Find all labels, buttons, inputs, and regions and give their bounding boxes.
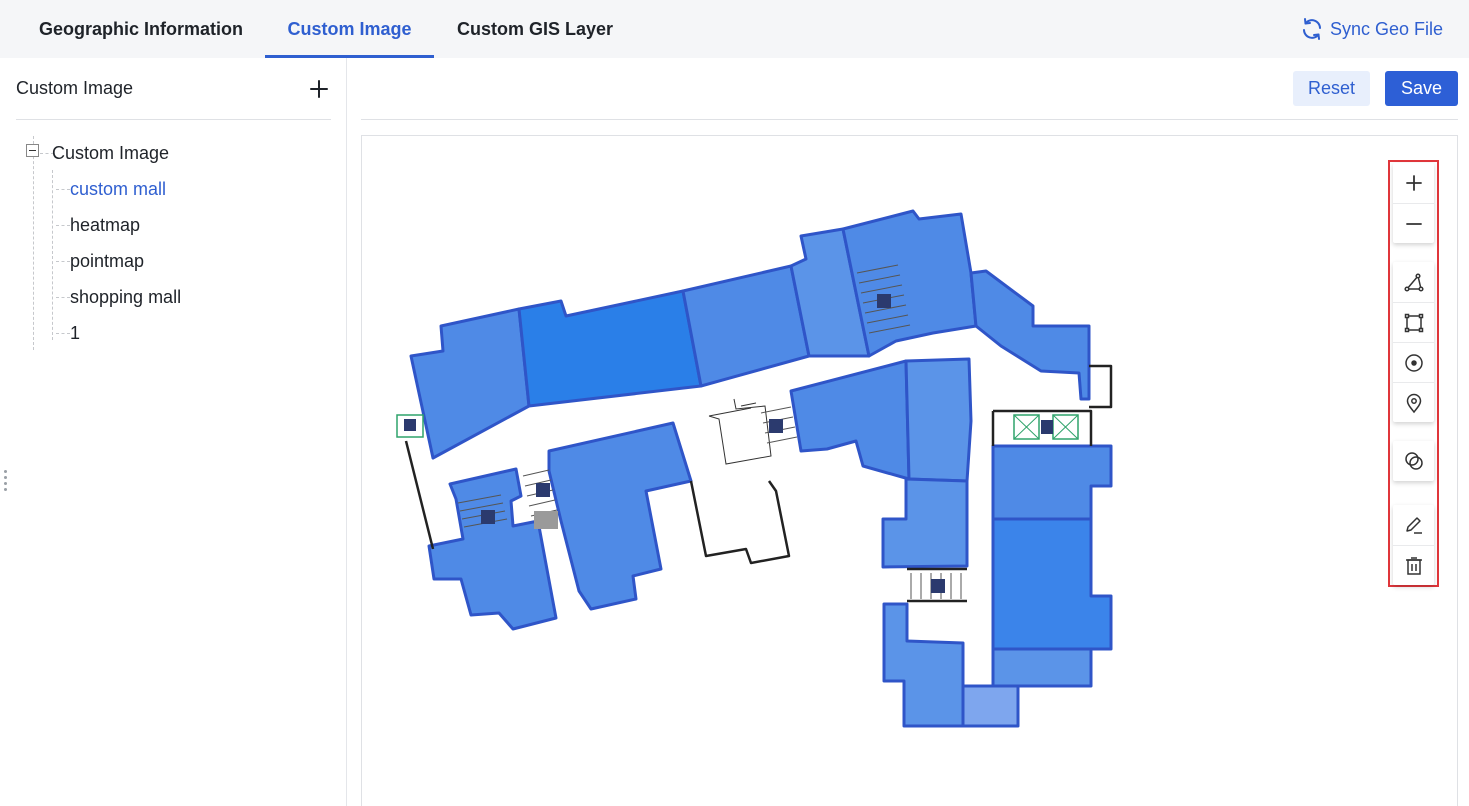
overlap-button[interactable] bbox=[1393, 441, 1434, 481]
edit-group bbox=[1393, 505, 1434, 585]
tab-custom-gis-layer[interactable]: Custom GIS Layer bbox=[440, 0, 630, 58]
polyline-icon bbox=[1403, 273, 1424, 292]
sync-geo-file-button[interactable]: Sync Geo File bbox=[1300, 17, 1443, 41]
tree-guide-line bbox=[56, 261, 70, 262]
sidebar: Custom Image Custom Image custom mall he… bbox=[0, 58, 347, 806]
tree-guide-line bbox=[56, 189, 70, 190]
tree-node-pointmap[interactable]: pointmap bbox=[70, 251, 144, 272]
edit-button[interactable] bbox=[1393, 505, 1434, 545]
tree-node-shopping-mall[interactable]: shopping mall bbox=[70, 287, 181, 308]
reset-button[interactable]: Reset bbox=[1293, 71, 1370, 106]
sidebar-resize-handle[interactable] bbox=[4, 470, 10, 492]
tab-custom-image[interactable]: Custom Image bbox=[265, 0, 434, 58]
draw-circle-button[interactable] bbox=[1393, 342, 1434, 382]
tree-node-heatmap[interactable]: heatmap bbox=[70, 215, 140, 236]
save-button[interactable]: Save bbox=[1385, 71, 1458, 106]
tree-guide-line bbox=[56, 333, 70, 334]
tree-node-custom-mall[interactable]: custom mall bbox=[70, 179, 166, 200]
top-tab-bar: Geographic Information Custom Image Cust… bbox=[0, 0, 1469, 58]
tree-node-1[interactable]: 1 bbox=[70, 323, 80, 344]
draw-marker-button[interactable] bbox=[1393, 382, 1434, 422]
zoom-in-button[interactable] bbox=[1393, 163, 1434, 203]
overlap-icon bbox=[1404, 452, 1423, 470]
rectangle-icon bbox=[1404, 313, 1423, 332]
delete-button[interactable] bbox=[1393, 545, 1434, 585]
delete-icon bbox=[1405, 556, 1422, 575]
map-toolbar bbox=[1388, 160, 1439, 587]
tree-guide-line bbox=[52, 170, 53, 340]
sync-geo-file-label: Sync Geo File bbox=[1329, 18, 1443, 39]
plus-icon[interactable] bbox=[306, 76, 332, 102]
tree-guide-line bbox=[33, 136, 34, 350]
sidebar-title: Custom Image bbox=[16, 78, 134, 98]
draw-polyline-button[interactable] bbox=[1393, 262, 1434, 302]
tree-guide-line bbox=[56, 225, 70, 226]
overlap-group bbox=[1393, 441, 1434, 481]
tab-geographic-information[interactable]: Geographic Information bbox=[24, 0, 258, 58]
refresh-icon bbox=[1302, 18, 1321, 40]
action-bar: Reset Save bbox=[361, 58, 1458, 120]
map-canvas[interactable] bbox=[361, 135, 1458, 806]
floor-plan-image bbox=[396, 209, 1113, 728]
draw-group bbox=[1393, 262, 1434, 422]
zoom-group bbox=[1393, 163, 1434, 243]
tree-node-root[interactable]: Custom Image bbox=[52, 143, 169, 164]
tree-guide-line bbox=[56, 297, 70, 298]
zoom-in-icon bbox=[1405, 175, 1422, 191]
edit-icon bbox=[1405, 517, 1422, 534]
zoom-out-button[interactable] bbox=[1393, 203, 1434, 243]
sidebar-divider bbox=[16, 119, 331, 120]
tree-collapse-toggle[interactable] bbox=[26, 144, 39, 157]
draw-rectangle-button[interactable] bbox=[1393, 302, 1434, 342]
zoom-out-icon bbox=[1405, 222, 1422, 225]
marker-icon bbox=[1406, 393, 1421, 413]
circle-icon bbox=[1404, 353, 1423, 372]
